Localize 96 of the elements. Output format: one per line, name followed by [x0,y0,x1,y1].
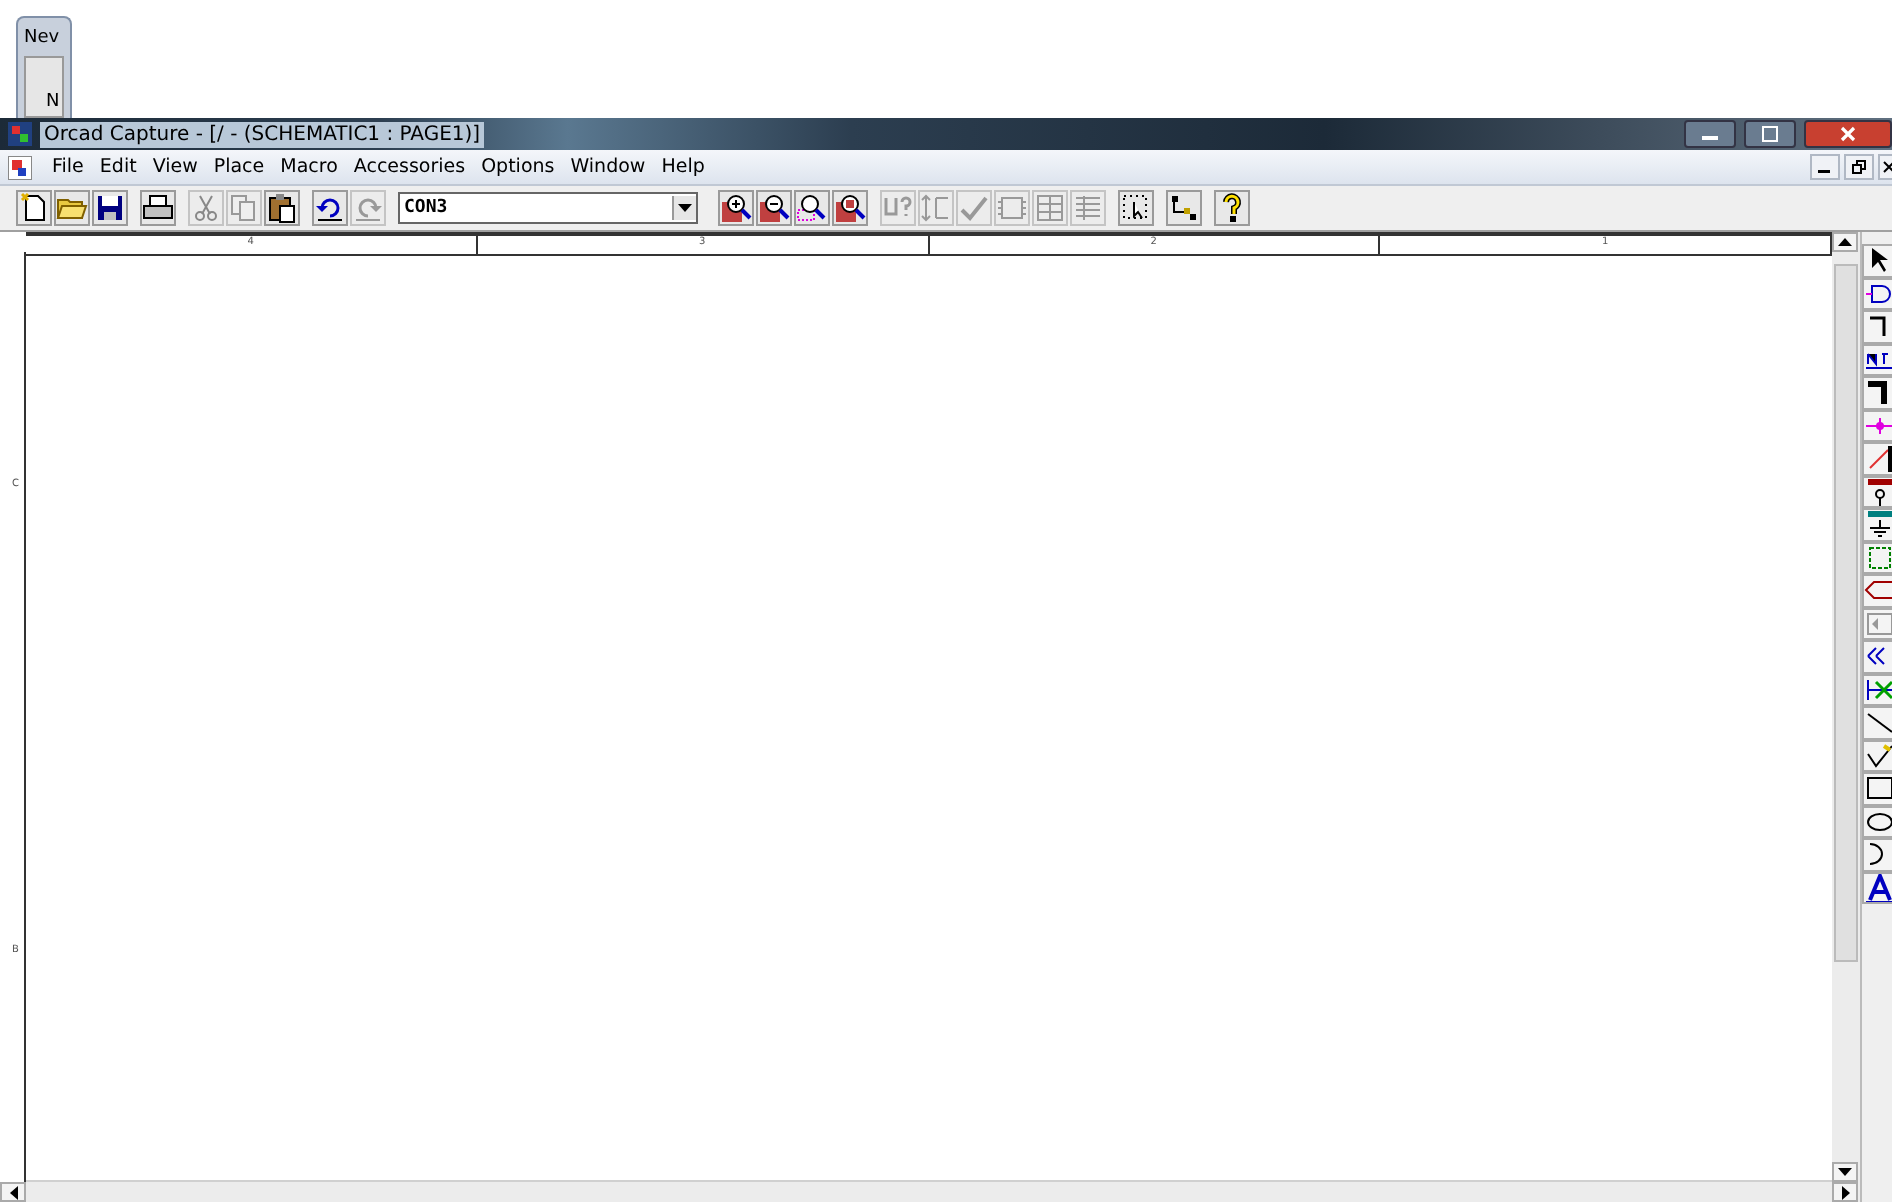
right-arrow-icon [1841,1185,1849,1199]
net-alias-tool[interactable] [1862,343,1892,376]
close-button[interactable] [1804,120,1892,148]
new-file-icon [18,192,50,224]
maximize-button[interactable] [1744,120,1796,148]
clipboard-button[interactable] [264,190,300,226]
list-icon [1072,192,1104,224]
maximize-icon [1762,126,1778,142]
pointer-tool[interactable] [1862,244,1892,277]
zoom-out-button[interactable] [756,190,792,226]
question-mark-button[interactable] [1214,190,1250,226]
zoom-fit-icon [834,192,866,224]
zoom-fit-button[interactable] [832,190,868,226]
wire-tool[interactable] [1862,310,1892,343]
window-title: Orcad Capture - [/ - (SCHEMATIC1 : PAGE1)] [40,121,485,147]
floppy-icon [94,192,126,224]
close-button[interactable] [1878,154,1892,180]
dotted-cursor-icon [1120,192,1152,224]
scroll-down-button[interactable] [1832,1162,1858,1182]
vertical-scrollbar[interactable] [1832,232,1860,1202]
close-icon [1882,160,1892,174]
power-symbol-icon [1864,476,1892,507]
block-tool[interactable] [1862,541,1892,574]
new-file-button[interactable] [16,190,52,226]
printer-icon [142,192,174,224]
nodes-button[interactable] [1166,190,1202,226]
bus-tool[interactable] [1862,376,1892,409]
polyline-icon [1864,740,1892,771]
zoom-in-button[interactable] [718,190,754,226]
bus-entry-icon [1864,443,1892,474]
menu-item[interactable]: Help [653,156,713,178]
magnifier-icon [796,192,828,224]
gate-tool[interactable] [1862,277,1892,310]
check-icon [958,192,990,224]
window-title: Nev [24,28,62,48]
document-icon[interactable] [8,155,32,179]
menu-item[interactable]: Window [562,156,654,178]
wire-icon [1864,311,1892,342]
dotted-cursor-button[interactable] [1118,190,1154,226]
nodes-icon [1168,192,1200,224]
no-connect-tool[interactable] [1862,673,1892,706]
undo-button[interactable] [312,190,348,226]
line-icon [1864,707,1892,738]
ground-symbol-icon [1864,509,1892,540]
part-combo-box[interactable]: CON3 [398,192,698,224]
close-icon [1840,126,1856,142]
chip-icon [996,192,1028,224]
floppy-button[interactable] [92,190,128,226]
dropdown-arrow-icon [678,204,692,212]
arc-tool[interactable] [1862,838,1892,871]
scroll-right-button[interactable] [1832,1182,1858,1202]
menu-item[interactable]: View [144,156,206,178]
ground-symbol-tool[interactable] [1862,508,1892,541]
minimize-button[interactable] [1810,154,1840,180]
grid-icon [1034,192,1066,224]
restore-icon [1852,160,1866,174]
scroll-left-button[interactable] [0,1182,26,1202]
rectangle-tool[interactable] [1862,772,1892,805]
printer-button[interactable] [140,190,176,226]
text-tool-icon [1864,872,1892,903]
magnifier-button[interactable] [794,190,830,226]
menu-item[interactable]: Edit [91,156,145,178]
label: N [46,92,60,112]
line-tool[interactable] [1862,706,1892,739]
ellipse-tool[interactable] [1862,805,1892,838]
power-symbol-tool[interactable] [1862,475,1892,508]
scroll-up-button[interactable] [1832,232,1858,252]
up-arrow-icon [1838,238,1852,246]
menu-item[interactable]: Options [473,156,563,178]
pin-icon [1864,608,1892,639]
menu-item[interactable]: Macro [272,156,346,178]
bus-entry-tool[interactable] [1862,442,1892,475]
dimension-icon [920,192,952,224]
bus-icon [1864,377,1892,408]
down-arrow-icon [1838,1168,1852,1176]
block-icon [1864,542,1892,573]
copy-icon [228,192,260,224]
zoom-out-icon [758,192,790,224]
folder-button[interactable] [54,190,90,226]
menu-item[interactable]: File [44,156,92,178]
app-icon [8,122,32,146]
horizontal-scrollbar[interactable] [26,1180,1832,1202]
off-page-tool[interactable] [1862,640,1892,673]
text-tool-tool[interactable] [1862,871,1892,904]
clipboard-icon [266,192,298,224]
restore-button[interactable] [1844,154,1874,180]
left-arrow-icon [9,1185,17,1199]
port-tool[interactable] [1862,574,1892,607]
menu-item[interactable]: Place [205,156,273,178]
no-connect-icon [1864,674,1892,705]
menu-item[interactable]: Accessories [345,156,474,178]
junction-tool[interactable] [1862,409,1892,442]
scissors-icon [190,192,222,224]
minimize-button[interactable] [1684,120,1736,148]
polyline-tool[interactable] [1862,739,1892,772]
zoom-in-icon [720,192,752,224]
